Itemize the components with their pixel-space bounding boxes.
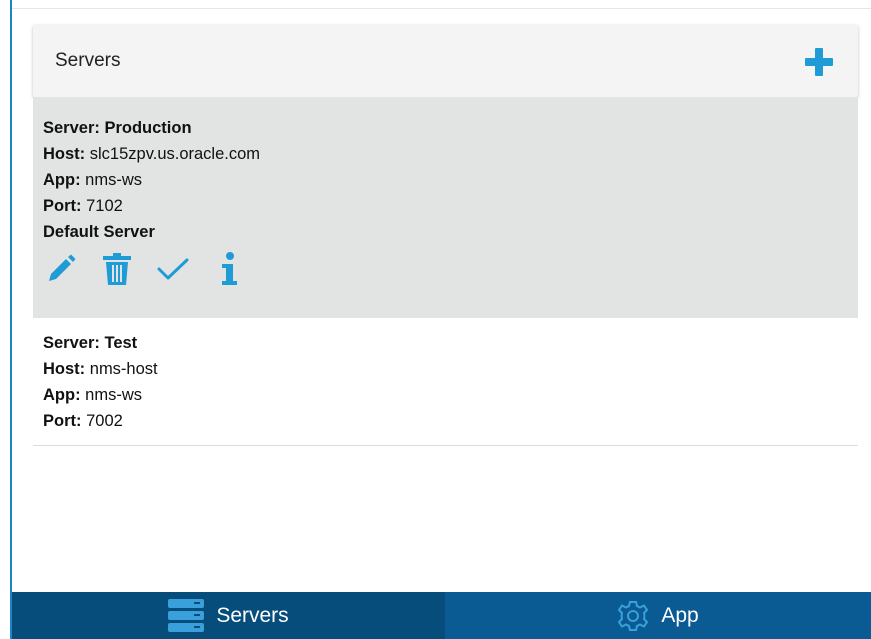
panel-title: Servers <box>55 50 121 71</box>
edit-button[interactable] <box>45 251 77 287</box>
server-port-row: Port: 7002 <box>43 412 123 430</box>
info-button[interactable] <box>213 251 245 287</box>
top-divider <box>12 8 871 9</box>
server-name-row: Server: Test <box>43 334 138 352</box>
info-icon <box>222 252 237 285</box>
default-server-label: Default Server <box>43 223 155 241</box>
tab-servers-label: Servers <box>216 603 289 627</box>
bottom-tab-bar: Servers App <box>12 592 871 639</box>
server-name-row: Server: Production <box>43 119 192 137</box>
server-stack-icon <box>168 598 205 632</box>
servers-panel: Servers Server: Production Host: slc15zp… <box>33 25 858 446</box>
delete-button[interactable] <box>101 251 133 287</box>
panel-header: Servers <box>33 25 858 97</box>
check-icon <box>157 258 189 280</box>
gear-icon <box>618 600 649 631</box>
tab-app[interactable]: App <box>445 592 871 639</box>
edit-icon <box>49 254 76 281</box>
server-item-production[interactable]: Server: Production Host: slc15zpv.us.ora… <box>33 97 858 318</box>
server-host-row: Host: slc15zpv.us.oracle.com <box>43 145 261 163</box>
add-server-button[interactable] <box>800 43 836 79</box>
server-item-test[interactable]: Server: Test Host: nms-host App: nms-ws … <box>33 318 858 446</box>
left-accent-border <box>10 0 12 639</box>
server-actions <box>43 251 848 287</box>
server-port-row: Port: 7102 <box>43 197 123 215</box>
server-host-row: Host: nms-host <box>43 360 158 378</box>
trash-icon <box>103 253 131 285</box>
set-default-button[interactable] <box>157 251 189 287</box>
server-app-row: App: nms-ws <box>43 171 143 189</box>
tab-servers[interactable]: Servers <box>12 592 445 639</box>
tab-app-label: App <box>661 603 699 627</box>
server-app-row: App: nms-ws <box>43 386 143 404</box>
